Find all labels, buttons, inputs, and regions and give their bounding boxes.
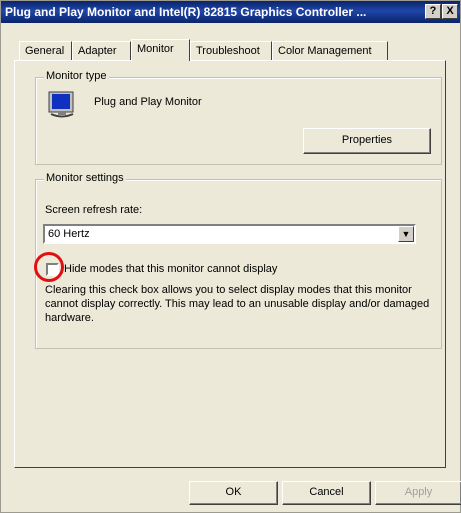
refresh-rate-value: 60 Hertz (48, 228, 90, 240)
tab-color-management[interactable]: Color Management (272, 41, 388, 60)
apply-button[interactable]: Apply (375, 481, 461, 505)
tab-general[interactable]: General (19, 41, 72, 60)
cancel-button[interactable]: Cancel (282, 481, 371, 505)
chevron-down-icon[interactable]: ▼ (398, 226, 414, 242)
properties-button[interactable]: Properties (303, 128, 431, 154)
hide-modes-label[interactable]: Hide modes that this monitor cannot disp… (64, 263, 277, 275)
tab-troubleshoot[interactable]: Troubleshoot (190, 41, 272, 60)
monitor-type-label: Monitor type (44, 70, 109, 82)
refresh-rate-select[interactable]: 60 Hertz ▼ (43, 224, 416, 244)
ok-button[interactable]: OK (189, 481, 278, 505)
refresh-rate-label: Screen refresh rate: (45, 204, 143, 216)
monitor-settings-label: Monitor settings (44, 172, 126, 184)
monitor-name: Plug and Play Monitor (94, 96, 202, 108)
window-title: Plug and Play Monitor and Intel(R) 82815… (5, 5, 367, 19)
monitor-icon (48, 91, 74, 118)
title-bar[interactable]: Plug and Play Monitor and Intel(R) 82815… (1, 1, 460, 23)
hide-modes-description: Clearing this check box allows you to se… (45, 284, 430, 324)
close-button[interactable]: X (442, 4, 458, 19)
help-button[interactable]: ? (425, 4, 441, 19)
tab-adapter[interactable]: Adapter (72, 41, 131, 60)
tab-monitor[interactable]: Monitor (131, 39, 190, 61)
display-properties-dialog: Plug and Play Monitor and Intel(R) 82815… (0, 0, 461, 513)
highlight-circle (34, 252, 64, 282)
